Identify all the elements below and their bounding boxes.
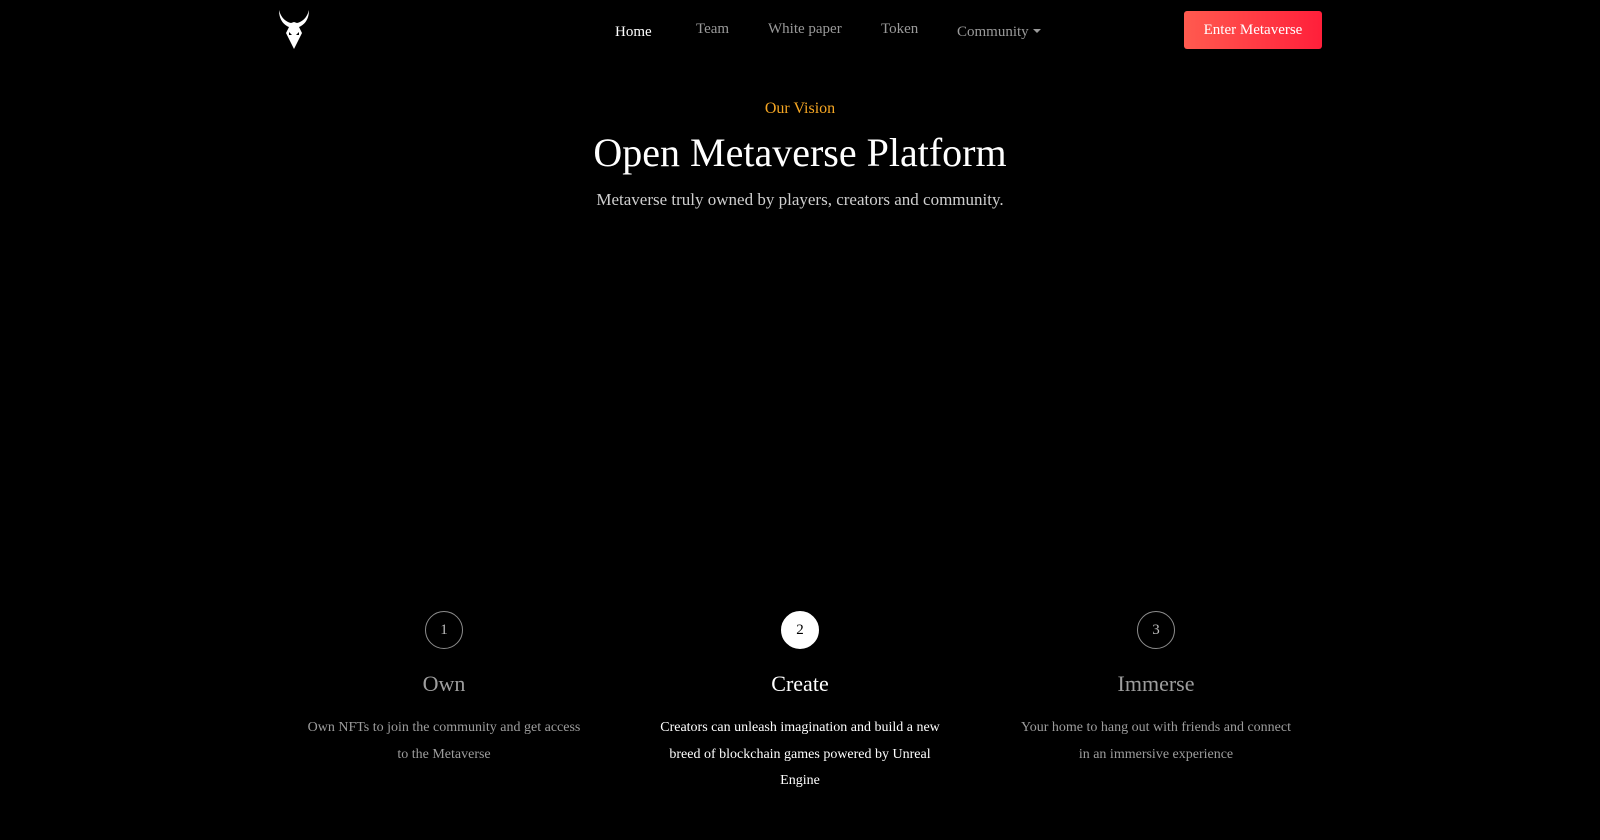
page-title: Open Metaverse Platform <box>593 130 1007 175</box>
nav-team[interactable]: Team <box>696 18 729 40</box>
nav-home[interactable]: Home <box>615 21 652 43</box>
page: Home Team White paper Token Community En… <box>0 0 1600 840</box>
nav-community-label: Community <box>957 24 1029 40</box>
caret-down-icon <box>1032 28 1041 33</box>
step-description: Own NFTs to join the community and get a… <box>307 720 581 762</box>
step-number-badge[interactable]: 3 <box>1137 611 1175 649</box>
step-number-badge[interactable]: 1 <box>425 611 463 649</box>
site-header: Home Team White paper Token Community En… <box>0 0 1600 60</box>
step-immerse: 3 Immerse Your home to hang out with fri… <box>1006 611 1306 768</box>
nav-token[interactable]: Token <box>881 18 918 40</box>
main-nav: Home Team White paper Token Community <box>0 18 1600 42</box>
step-title: Create <box>771 671 829 696</box>
step-description: Your home to hang out with friends and c… <box>1021 720 1291 762</box>
section-eyebrow: Our Vision <box>764 100 836 117</box>
nav-white-paper[interactable]: White paper <box>768 18 842 40</box>
step-title: Own <box>422 671 466 696</box>
step-description: Creators can unleash imagination and bui… <box>660 720 940 788</box>
enter-metaverse-button[interactable]: Enter Metaverse <box>1184 11 1322 49</box>
step-title: Immerse <box>1117 671 1195 696</box>
step-number-badge[interactable]: 2 <box>781 611 819 649</box>
nav-community-dropdown[interactable]: Community <box>957 21 1041 43</box>
page-subtitle: Metaverse truly owned by players, creato… <box>596 190 1004 209</box>
step-create: 2 Create Creators can unleash imaginatio… <box>650 611 950 795</box>
step-own: 1 Own Own NFTs to join the community and… <box>294 611 594 768</box>
